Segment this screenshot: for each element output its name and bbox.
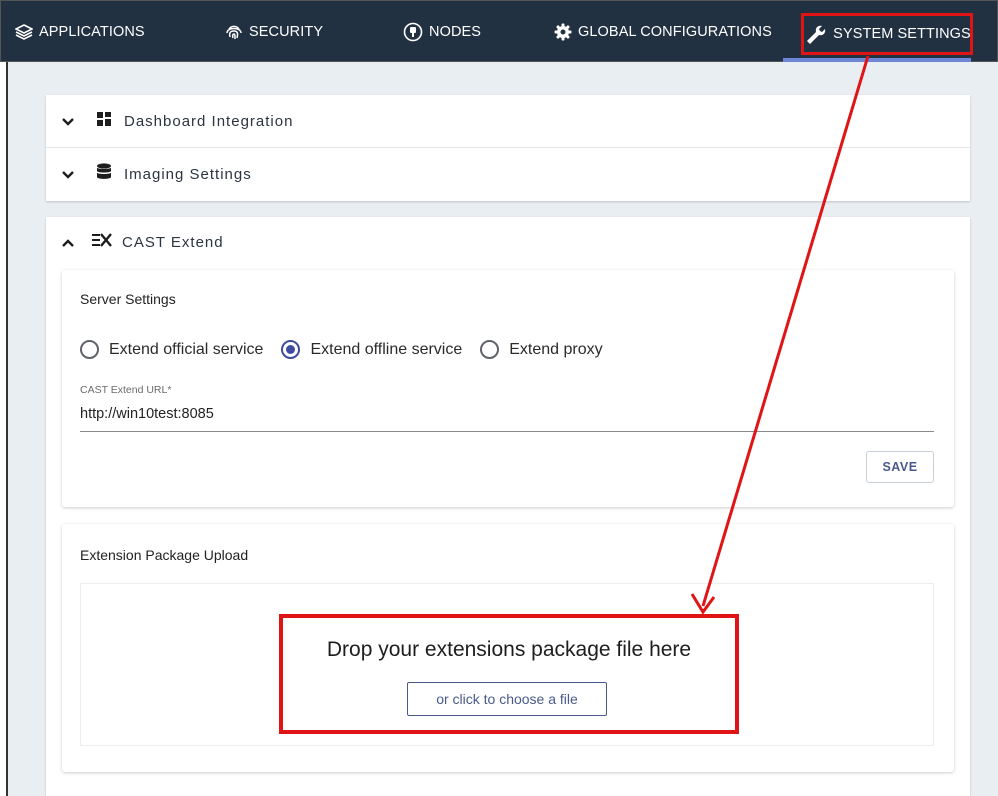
radio-extend-official-service[interactable]: Extend official service bbox=[80, 340, 263, 359]
gear-icon bbox=[554, 23, 572, 41]
nav-tab-security[interactable]: SECURITY bbox=[225, 1, 323, 63]
server-settings-card: Server Settings Extend official service … bbox=[62, 270, 954, 507]
panel-header-cast-extend[interactable]: CAST Extend bbox=[46, 217, 970, 267]
extension-upload-card: Extension Package Upload Drop your exten… bbox=[62, 524, 954, 772]
radio-unchecked-icon bbox=[480, 340, 500, 359]
fingerprint-icon bbox=[225, 23, 243, 41]
extend-url-label: CAST Extend URL* bbox=[80, 384, 172, 396]
nav-tab-nodes[interactable]: NODES bbox=[403, 1, 481, 63]
panel-label: Dashboard Integration bbox=[124, 112, 294, 130]
chevron-up-icon bbox=[62, 234, 74, 251]
card-title: Server Settings bbox=[80, 291, 176, 307]
radio-checked-icon bbox=[281, 340, 301, 359]
nav-label: GLOBAL CONFIGURATIONS bbox=[578, 24, 772, 40]
collapsed-panels-group: Dashboard Integration Imaging Settings bbox=[46, 95, 970, 201]
stack-layers-icon bbox=[15, 24, 33, 40]
panel-header-dashboard-integration[interactable]: Dashboard Integration bbox=[46, 95, 970, 147]
dropzone-highlight-box: Drop your extensions package file here o… bbox=[279, 614, 739, 734]
panel-label: Imaging Settings bbox=[124, 165, 252, 183]
nav-tab-global-configurations[interactable]: GLOBAL CONFIGURATIONS bbox=[554, 1, 772, 63]
nav-label: SECURITY bbox=[249, 24, 324, 40]
radio-label: Extend offline service bbox=[310, 340, 463, 358]
nav-label: APPLICATIONS bbox=[39, 24, 145, 40]
main-content: Dashboard Integration Imaging Settings C… bbox=[6, 62, 998, 796]
radio-extend-offline-service[interactable]: Extend offline service bbox=[281, 340, 462, 359]
file-dropzone[interactable]: Drop your extensions package file here o… bbox=[80, 583, 934, 746]
card-title: Extension Package Upload bbox=[80, 547, 249, 563]
cast-extend-icon bbox=[91, 233, 113, 251]
radio-unchecked-icon bbox=[80, 340, 99, 359]
nav-tab-applications[interactable]: APPLICATIONS bbox=[15, 1, 145, 63]
panel-header-imaging-settings[interactable]: Imaging Settings bbox=[46, 148, 970, 200]
server-mode-radio-group: Extend official service Extend offline s… bbox=[80, 340, 621, 359]
nav-label: NODES bbox=[429, 24, 482, 40]
chevron-down-icon bbox=[62, 166, 74, 183]
choose-file-button[interactable]: or click to choose a file bbox=[407, 682, 607, 716]
radio-label: Extend proxy bbox=[509, 340, 603, 358]
nav-tab-system-settings[interactable]: SYSTEM SETTINGS bbox=[801, 13, 973, 55]
radio-extend-proxy[interactable]: Extend proxy bbox=[480, 340, 603, 359]
nav-label: SYSTEM SETTINGS bbox=[833, 26, 971, 42]
wrench-icon bbox=[805, 24, 827, 44]
drop-instructions: Drop your extensions package file here bbox=[326, 638, 692, 661]
save-button[interactable]: SAVE bbox=[866, 451, 934, 483]
radio-label: Extend official service bbox=[109, 340, 264, 358]
chevron-down-icon bbox=[62, 113, 74, 130]
panel-label: CAST Extend bbox=[122, 233, 224, 251]
panel-cast-extend: CAST Extend Server Settings Extend offic… bbox=[46, 217, 970, 796]
top-navigation: APPLICATIONS SECURITY NODES GLOBAL CONFI… bbox=[0, 0, 998, 62]
database-icon bbox=[96, 163, 112, 185]
extend-url-input[interactable]: http://win10test:8085 bbox=[80, 406, 934, 432]
plug-icon bbox=[403, 22, 423, 42]
dashboard-icon bbox=[96, 111, 112, 131]
